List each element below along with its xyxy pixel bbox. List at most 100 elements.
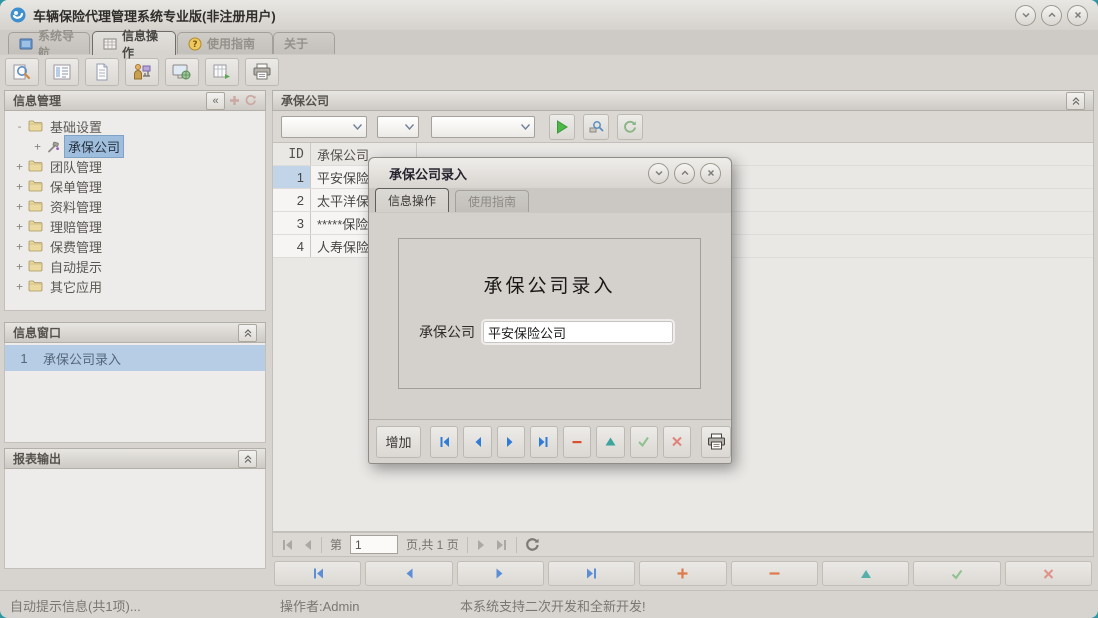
- status-auto-tip[interactable]: 自动提示信息(共1项)...: [0, 596, 270, 615]
- info-window-title: 信息窗口: [13, 324, 61, 341]
- page-first-button[interactable]: [281, 539, 294, 551]
- dialog-field-row: 承保公司: [399, 321, 700, 343]
- printer-button[interactable]: [245, 58, 279, 86]
- tree-expander[interactable]: -: [15, 120, 24, 133]
- tree-item-premium-manage[interactable]: + 保费管理: [5, 236, 265, 256]
- tree-expander[interactable]: +: [15, 180, 24, 193]
- dialog-cancel-button[interactable]: [663, 426, 691, 458]
- grid-panel-collapse-button[interactable]: [1066, 92, 1085, 110]
- dialog-edit-button[interactable]: [596, 426, 624, 458]
- dialog-delete-button[interactable]: [563, 426, 591, 458]
- dialog-maximize-button[interactable]: [674, 163, 695, 184]
- preview-search-button[interactable]: [5, 58, 39, 86]
- tree-expander[interactable]: +: [15, 200, 24, 213]
- tree-item-label: 基础设置: [47, 116, 105, 137]
- tab-user-guide[interactable]: ? 使用指南: [177, 32, 273, 54]
- tree-item-label: 承保公司: [64, 135, 124, 158]
- page-number-input[interactable]: [350, 535, 398, 554]
- page-refresh-button[interactable]: [525, 537, 540, 552]
- tab-info-ops[interactable]: 信息操作: [92, 31, 176, 55]
- refresh-grid-button[interactable]: [617, 114, 643, 140]
- grid-panel-header: 承保公司: [272, 90, 1094, 111]
- tab-about[interactable]: 关于: [273, 32, 335, 54]
- sidebar-collapse-left-button[interactable]: «: [206, 92, 225, 110]
- dialog-tab-guide[interactable]: 使用指南: [455, 190, 529, 212]
- export-grid-button[interactable]: [205, 58, 239, 86]
- tree-item-policy-manage[interactable]: + 保单管理: [5, 176, 265, 196]
- filter-field-combo[interactable]: [281, 116, 367, 138]
- run-filter-button[interactable]: [549, 114, 575, 140]
- info-window-item-label: 承保公司录入: [43, 349, 121, 368]
- cell-id: 1: [273, 166, 311, 188]
- advanced-search-button[interactable]: [583, 114, 609, 140]
- cancel-record-button[interactable]: [1005, 561, 1092, 586]
- monitor-globe-button[interactable]: [165, 58, 199, 86]
- tree-expander[interactable]: +: [15, 280, 24, 293]
- nav-prior-button[interactable]: [365, 561, 452, 586]
- window-maximize-button[interactable]: [1041, 5, 1062, 26]
- status-bar: 自动提示信息(共1项)... 操作者:Admin 本系统支持二次开发和全新开发!: [0, 590, 1098, 618]
- tool-icon: [46, 140, 60, 153]
- report-output-collapse-button[interactable]: [238, 450, 257, 468]
- info-window-item[interactable]: 1 承保公司录入: [5, 345, 265, 371]
- dialog-nav-prior-button[interactable]: [463, 426, 491, 458]
- window-close-button[interactable]: [1067, 5, 1088, 26]
- dialog-nav-next-button[interactable]: [497, 426, 525, 458]
- page-last-button[interactable]: [495, 539, 508, 551]
- post-record-button[interactable]: [913, 561, 1000, 586]
- delete-record-button[interactable]: [731, 561, 818, 586]
- add-button-label: 增加: [386, 432, 412, 451]
- tree-item-other-apps[interactable]: + 其它应用: [5, 276, 265, 296]
- window-minimize-button[interactable]: [1015, 5, 1036, 26]
- tree-expander[interactable]: +: [33, 140, 42, 153]
- tree-expander[interactable]: +: [15, 220, 24, 233]
- filter-operator-combo[interactable]: [377, 116, 419, 138]
- dialog-close-button[interactable]: [700, 163, 721, 184]
- page-next-button[interactable]: [476, 539, 487, 551]
- nav-last-button[interactable]: [548, 561, 635, 586]
- edit-record-button[interactable]: [822, 561, 909, 586]
- filter-value-combo[interactable]: [431, 116, 535, 138]
- collapse-left-glyph: «: [212, 95, 218, 107]
- nav-first-button[interactable]: [274, 561, 361, 586]
- nav-next-button[interactable]: [457, 561, 544, 586]
- tree-item-claims-manage[interactable]: + 理赔管理: [5, 216, 265, 236]
- staff-chart-button[interactable]: [125, 58, 159, 86]
- tree-item-team-manage[interactable]: + 团队管理: [5, 156, 265, 176]
- report-output-title: 报表输出: [13, 450, 61, 467]
- folder-icon: [28, 220, 43, 232]
- add-node-icon[interactable]: [228, 94, 241, 107]
- page-count-label: 页,共 1 页: [406, 536, 459, 553]
- insurer-name-input[interactable]: [483, 321, 673, 343]
- dialog-nav-last-button[interactable]: [530, 426, 558, 458]
- tree-item-label: 自动提示: [47, 256, 105, 277]
- dialog-nav-first-button[interactable]: [430, 426, 458, 458]
- tree-expander[interactable]: +: [15, 260, 24, 273]
- tree-item-data-manage[interactable]: + 资料管理: [5, 196, 265, 216]
- report-output-list: [4, 469, 266, 569]
- tree-item-base-settings[interactable]: - 基础设置: [5, 116, 265, 136]
- dialog-post-button[interactable]: [630, 426, 658, 458]
- insert-record-button[interactable]: [639, 561, 726, 586]
- tab-system-nav[interactable]: 系统导航: [8, 32, 90, 54]
- document-button[interactable]: [85, 58, 119, 86]
- tree-expander[interactable]: +: [15, 240, 24, 253]
- refresh-tree-icon[interactable]: [244, 94, 257, 107]
- info-window-list: 1 承保公司录入: [4, 343, 266, 443]
- dialog-button-bar: 增加: [369, 419, 731, 463]
- column-header-id[interactable]: ID: [273, 143, 311, 165]
- dialog-minimize-button[interactable]: [648, 163, 669, 184]
- info-manage-panel-header: 信息管理 «: [4, 90, 266, 111]
- dialog-title-bar[interactable]: 承保公司录入: [369, 158, 731, 188]
- form-view-button[interactable]: [45, 58, 79, 86]
- info-window-item-index: 1: [5, 351, 43, 366]
- page-prev-button[interactable]: [302, 539, 313, 551]
- tree-item-auto-remind[interactable]: + 自动提示: [5, 256, 265, 276]
- info-window-collapse-button[interactable]: [238, 324, 257, 342]
- info-window-panel-header: 信息窗口: [4, 322, 266, 343]
- dialog-print-button[interactable]: [701, 426, 731, 458]
- tree-expander[interactable]: +: [15, 160, 24, 173]
- tree-item-insurer-company[interactable]: + 承保公司: [5, 136, 265, 156]
- add-button[interactable]: 增加: [376, 426, 421, 458]
- dialog-tab-info-ops[interactable]: 信息操作: [375, 188, 449, 212]
